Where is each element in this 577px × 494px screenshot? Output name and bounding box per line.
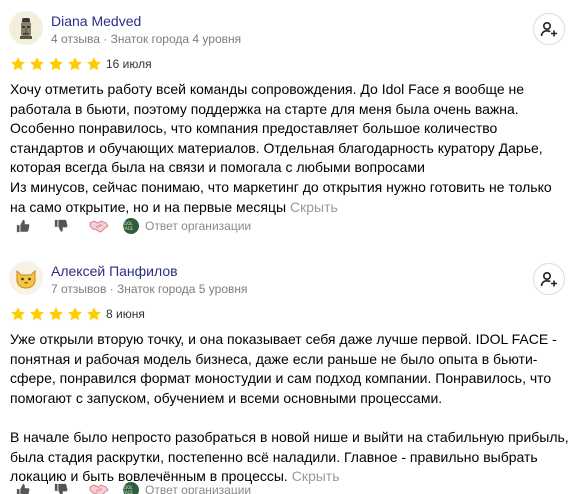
subscribe-button[interactable]	[533, 13, 565, 45]
review-date: 16 июля	[106, 57, 152, 71]
org-reply-button[interactable]: IDOL FACE Ответ организации	[123, 218, 251, 234]
thumbs-down-icon	[54, 219, 68, 232]
dislike-button[interactable]	[51, 216, 71, 236]
review-actions: IDOL FACE Ответ организации	[13, 480, 251, 494]
org-logo-text: IDOL FACE	[123, 485, 133, 494]
org-reply-label: Ответ организации	[145, 483, 252, 494]
rating-stars	[10, 56, 102, 72]
author-avatar[interactable]	[9, 261, 43, 295]
handshake-icon	[89, 220, 109, 233]
thumbs-down-icon	[54, 483, 68, 494]
thumbs-up-icon	[16, 483, 30, 494]
review-text: Уже открыли вторую точку, и она показыва…	[10, 330, 570, 487]
handshake-icon	[89, 484, 109, 494]
add-user-icon	[540, 21, 557, 37]
review-paragraph: Хочу отметить работу всей команды сопров…	[10, 81, 543, 176]
author-name[interactable]: Diana Medved	[51, 13, 141, 29]
share-button[interactable]	[89, 216, 109, 236]
review-text: Хочу отметить работу всей команды сопров…	[10, 80, 570, 217]
cat-avatar-icon	[16, 269, 36, 289]
rating-stars	[10, 306, 102, 322]
subscribe-button[interactable]	[533, 263, 565, 295]
star-icon	[11, 307, 25, 321]
like-button[interactable]	[13, 480, 33, 494]
star-icon	[68, 307, 82, 321]
star-icon	[30, 307, 44, 321]
star-icon	[87, 307, 101, 321]
review-paragraph-text: Из минусов, сейчас понимаю, что маркетин…	[10, 178, 552, 215]
hide-link[interactable]: Скрыть	[292, 468, 340, 484]
hide-link[interactable]: Скрыть	[290, 199, 338, 215]
org-logo-text: IDOL FACE	[123, 221, 133, 231]
dislike-button[interactable]	[51, 480, 71, 494]
star-icon	[11, 57, 25, 71]
review-actions: IDOL FACE Ответ организации	[13, 216, 251, 236]
author-meta: 4 отзыва · Знаток города 4 уровня	[51, 32, 242, 46]
org-logo-icon: IDOL FACE	[123, 218, 139, 234]
review-paragraph-text: В начале было непросто разобраться в нов…	[10, 428, 569, 485]
moai-avatar-icon	[20, 18, 32, 39]
author-name[interactable]: Алексей Панфилов	[51, 263, 178, 279]
org-reply-button[interactable]: IDOL FACE Ответ организации	[123, 482, 251, 494]
add-user-icon	[540, 271, 557, 287]
review-paragraph: Из минусов, сейчас понимаю, что маркетин…	[10, 178, 570, 217]
thumbs-up-icon	[16, 219, 30, 233]
star-icon	[68, 57, 82, 71]
org-reply-label: Ответ организации	[145, 219, 252, 233]
star-icon	[87, 57, 101, 71]
org-logo-icon: IDOL FACE	[123, 482, 139, 494]
share-button[interactable]	[89, 480, 109, 494]
author-meta: 7 отзывов · Знаток города 5 уровня	[51, 282, 248, 296]
star-icon	[49, 307, 63, 321]
review-paragraph: В начале было непросто разобраться в нов…	[10, 428, 570, 487]
like-button[interactable]	[13, 216, 33, 236]
review-date: 8 июня	[106, 307, 145, 321]
author-avatar[interactable]	[9, 11, 43, 45]
star-icon	[30, 57, 44, 71]
review-paragraph: Уже открыли вторую точку, и она показыва…	[10, 331, 557, 406]
star-icon	[49, 57, 63, 71]
